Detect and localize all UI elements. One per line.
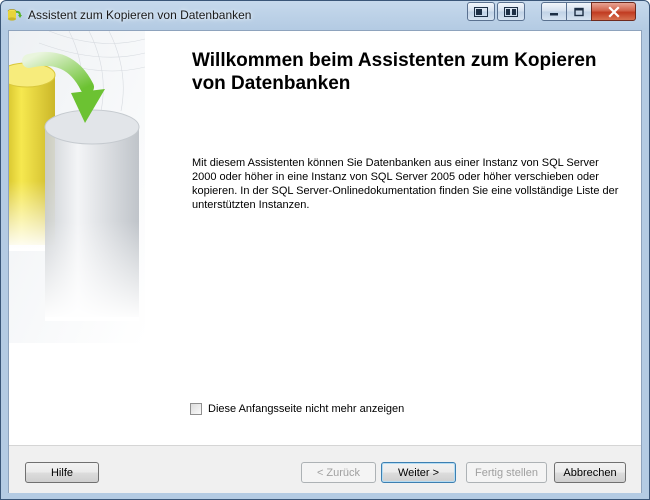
back-button[interactable]: < Zurück	[301, 462, 376, 483]
database-copy-app-icon	[7, 8, 23, 22]
button-bar: Hilfe < Zurück Weiter > Fertig stellen A…	[9, 445, 641, 493]
finish-button[interactable]: Fertig stellen	[466, 462, 547, 483]
title-bar[interactable]: Assistent zum Kopieren von Datenbanken	[1, 1, 649, 29]
wizard-window: Assistent zum Kopieren von Datenbanken W…	[0, 0, 650, 500]
database-copy-illustration	[9, 31, 145, 343]
help-button[interactable]: Hilfe	[25, 462, 99, 483]
maximize-button[interactable]	[566, 2, 592, 21]
page-title: Willkommen beim Assistenten zum Kopieren…	[192, 50, 597, 94]
minimize-button[interactable]	[541, 2, 567, 21]
window-layout-button[interactable]	[467, 2, 495, 21]
window-title: Assistent zum Kopieren von Datenbanken	[28, 8, 252, 22]
skip-welcome-checkbox[interactable]	[190, 403, 202, 415]
wizard-content: Willkommen beim Assistenten zum Kopieren…	[8, 30, 642, 493]
wizard-description: Mit diesem Assistenten können Sie Datenb…	[192, 157, 619, 211]
close-button[interactable]	[591, 2, 636, 21]
next-button[interactable]: Weiter >	[381, 462, 456, 483]
window-tile-button[interactable]	[497, 2, 525, 21]
skip-welcome-label[interactable]: Diese Anfangsseite nicht mehr anzeigen	[208, 402, 404, 417]
cancel-button[interactable]: Abbrechen	[554, 462, 626, 483]
